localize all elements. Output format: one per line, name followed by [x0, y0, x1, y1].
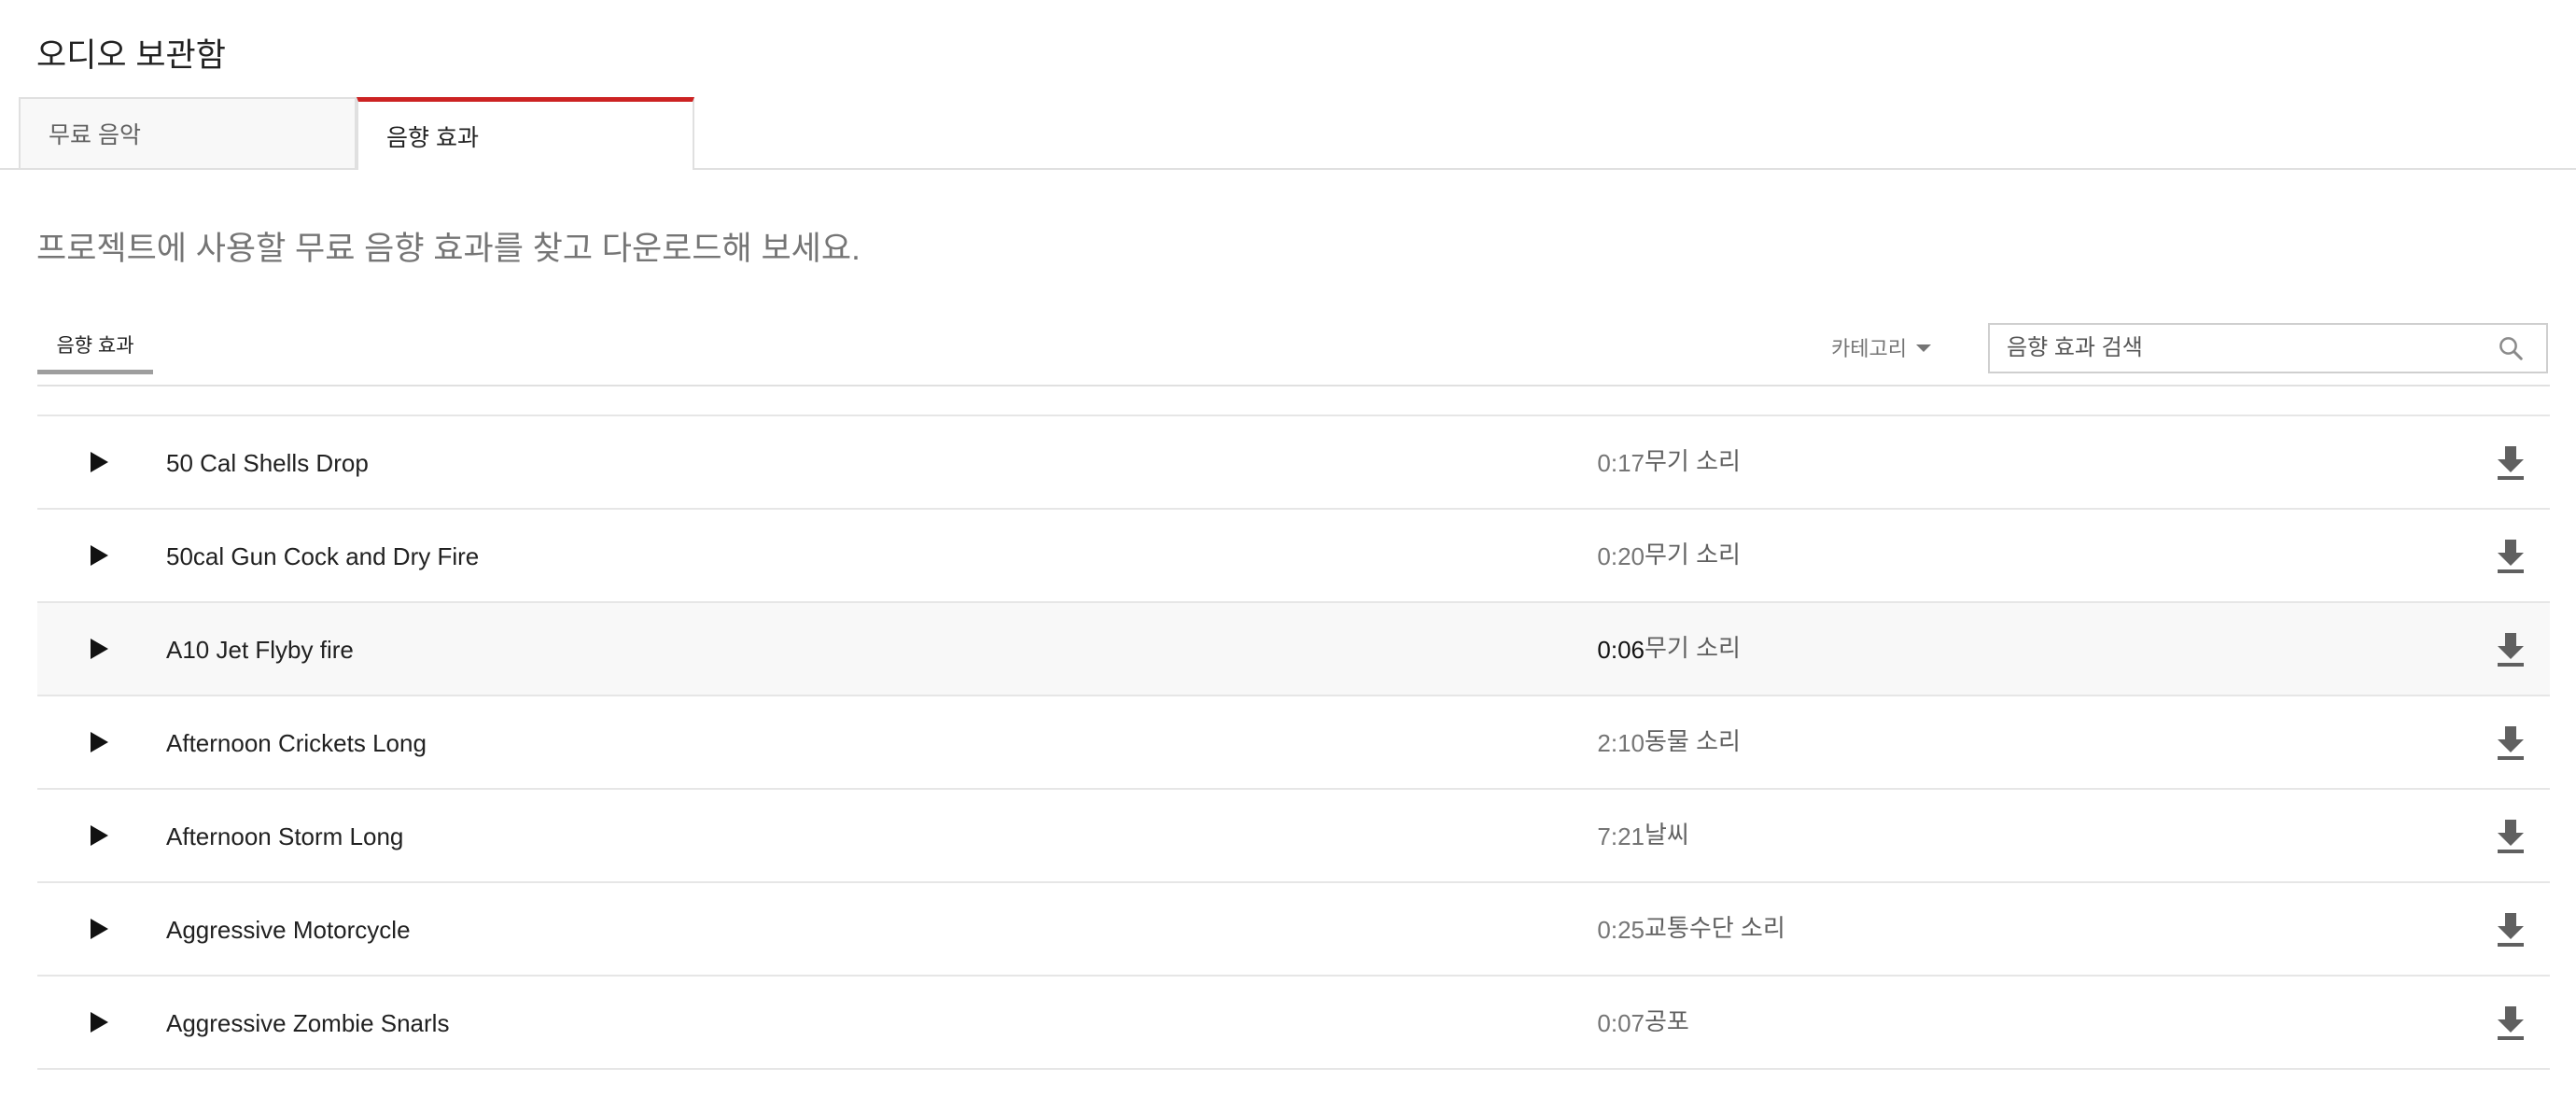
track-category: 교통수단 소리 — [1645, 914, 1785, 942]
track-title: 50cal Gun Cock and Dry Fire — [166, 542, 480, 570]
page-title: 오디오 보관함 — [36, 37, 226, 74]
track-category: 무기 소리 — [1645, 541, 1741, 569]
main-tabs: 무료 음악 음향 효과 — [19, 97, 694, 170]
track-title: Aggressive Zombie Snarls — [166, 1009, 450, 1037]
track-duration: 7:21 — [1597, 822, 1645, 850]
download-icon[interactable] — [2492, 536, 2529, 577]
track-duration: 0:20 — [1597, 542, 1645, 570]
download-icon[interactable] — [2492, 443, 2529, 484]
track-title: 50 Cal Shells Drop — [166, 449, 369, 477]
play-icon[interactable] — [84, 541, 114, 570]
search-icon[interactable] — [2488, 326, 2533, 371]
table-row[interactable]: Afternoon Crickets Long 2:10 동물 소리 — [37, 696, 2550, 790]
track-title: A10 Jet Flyby fire — [166, 636, 354, 664]
track-duration: 2:10 — [1597, 729, 1645, 757]
play-icon[interactable] — [84, 447, 114, 477]
tab-label: 음향 효과 — [386, 124, 479, 151]
search-box — [1988, 323, 2548, 373]
table-row[interactable]: 50cal Gun Cock and Dry Fire 0:20 무기 소리 — [37, 510, 2550, 603]
play-icon[interactable] — [84, 727, 114, 757]
track-duration: 0:07 — [1597, 1009, 1645, 1037]
track-duration: 0:17 — [1597, 449, 1645, 477]
page-description: 프로젝트에 사용할 무료 음향 효과를 찾고 다운로드해 보세요. — [36, 231, 861, 267]
table-row[interactable]: Aggressive Zombie Snarls 0:07 공포 — [37, 977, 2550, 1070]
sound-effects-list: 50 Cal Shells Drop 0:17 무기 소리 50cal Gun Coc… — [37, 415, 2550, 1070]
caret-down-icon — [1915, 344, 1931, 352]
download-icon[interactable] — [2492, 723, 2529, 764]
download-icon[interactable] — [2492, 816, 2529, 857]
table-row[interactable]: A10 Jet Flyby fire 0:06 무기 소리 — [37, 603, 2550, 696]
play-icon[interactable] — [84, 821, 114, 850]
track-title: Aggressive Motorcycle — [166, 916, 411, 944]
table-row[interactable]: 50 Cal Shells Drop 0:17 무기 소리 — [37, 416, 2550, 510]
table-row[interactable]: Afternoon Storm Long 7:21 날씨 — [37, 790, 2550, 883]
subtab-label: 음향 효과 — [56, 335, 134, 357]
track-category: 무기 소리 — [1645, 447, 1741, 475]
track-title: Afternoon Crickets Long — [166, 729, 427, 757]
track-title: Afternoon Storm Long — [166, 822, 404, 850]
subtab-active-indicator — [37, 370, 153, 374]
table-row[interactable]: Aggressive Motorcycle 0:25 교통수단 소리 — [37, 883, 2550, 977]
track-category: 동물 소리 — [1645, 727, 1741, 755]
track-category: 공포 — [1645, 1007, 1689, 1035]
tab-label: 무료 음악 — [49, 122, 141, 148]
play-icon[interactable] — [84, 1007, 114, 1037]
track-category: 날씨 — [1645, 821, 1689, 849]
audio-library-page: 오디오 보관함 무료 음악 음향 효과 프로젝트에 사용할 무료 음향 효과를 … — [0, 0, 2576, 1096]
play-icon[interactable] — [84, 914, 114, 944]
search-input[interactable] — [1990, 325, 2488, 372]
download-icon[interactable] — [2492, 629, 2529, 670]
track-duration: 0:25 — [1597, 916, 1645, 944]
subtab-sound-effects[interactable]: 음향 효과 — [37, 329, 153, 374]
tab-free-music[interactable]: 무료 음악 — [19, 97, 357, 168]
play-icon[interactable] — [84, 634, 114, 664]
track-category: 무기 소리 — [1645, 634, 1741, 662]
category-dropdown[interactable]: 카테고리 — [1831, 332, 1931, 362]
download-icon[interactable] — [2492, 909, 2529, 950]
toolbar-divider — [37, 385, 2550, 386]
track-duration: 0:06 — [1597, 636, 1645, 664]
category-dropdown-label: 카테고리 — [1831, 337, 1907, 360]
download-icon[interactable] — [2492, 1003, 2529, 1044]
tab-sound-effects[interactable]: 음향 효과 — [357, 97, 694, 170]
